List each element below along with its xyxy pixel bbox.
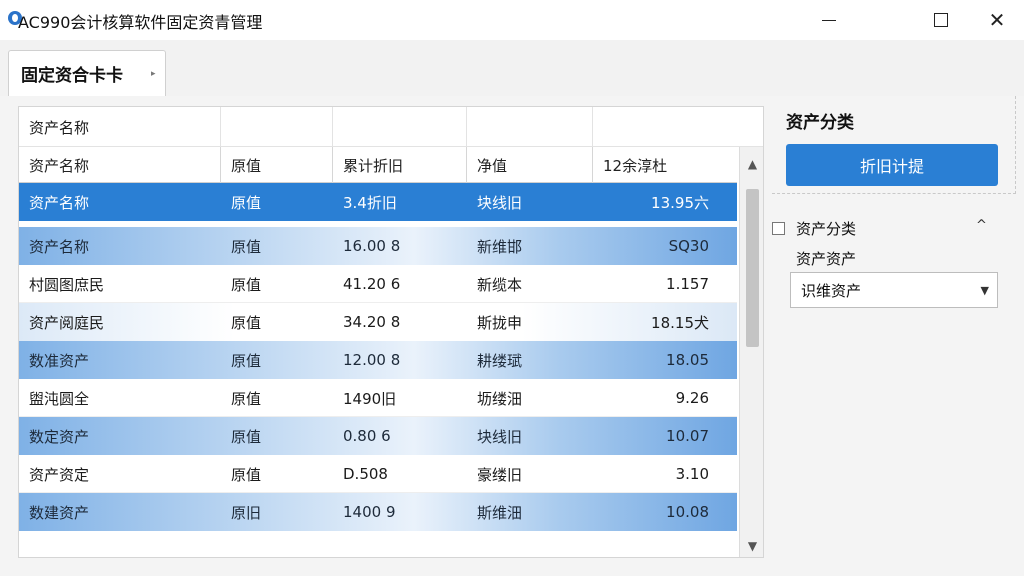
group-header-cell <box>467 107 593 147</box>
table-cell: 资产阅庭民 <box>29 313 105 332</box>
title-bar: AC990会计核算软件固定资青管理 ✕ <box>0 0 1024 40</box>
table-row[interactable]: 村圆图庶民 原值 41.20 6 新缆本 1.157 <box>19 265 737 303</box>
vertical-scrollbar[interactable]: ▲ ▼ <box>739 147 763 557</box>
scroll-up-icon[interactable]: ▲ <box>740 153 763 175</box>
table-cell: 3.4折旧 <box>343 193 397 212</box>
table-cell: 斯拢申 <box>477 313 523 332</box>
table-cell: 原值 <box>231 275 262 294</box>
table-cell: 新维邯 <box>477 237 523 256</box>
chevron-up-icon[interactable]: ^ <box>976 218 987 233</box>
table-cell: 原值 <box>231 389 262 408</box>
group-header-cell <box>221 107 333 147</box>
side-panel: 资产分类 折旧计提 资产分类 ^ 资产资产 识维资产 ▼ <box>772 96 1024 576</box>
table-cell: 1.157 <box>666 275 709 293</box>
table-cell: D.508 <box>343 465 388 483</box>
table-cell: 1490旧 <box>343 389 397 408</box>
table-row[interactable]: 数准资产 原值 12.00 8 耕缕珷 18.05 <box>19 341 737 379</box>
column-header-net-value[interactable]: 净值 <box>467 147 593 183</box>
table-cell: 原旧 <box>231 503 262 522</box>
table-cell: 耕缕珷 <box>477 351 523 370</box>
table-cell: 盥沌圆全 <box>29 389 90 408</box>
table-cell: 原值 <box>231 351 262 370</box>
table-cell: 块线旧 <box>477 427 523 446</box>
table-cell: 斯维沺 <box>477 503 523 522</box>
table-cell: 18.15犬 <box>651 313 709 332</box>
table-cell: 10.08 <box>666 503 709 521</box>
table-cell: 3.10 <box>675 465 709 483</box>
group-header-label: 资产名称 <box>19 107 221 147</box>
table-cell: 资产资定 <box>29 465 90 484</box>
table-cell: 原值 <box>231 313 262 332</box>
table-row[interactable]: 数定资产 原值 0.80 6 块线旧 10.07 <box>19 417 737 455</box>
column-header-row: 资产名称 原值 累计折旧 净值 12余淳杜 <box>19 147 737 183</box>
close-icon: ✕ <box>988 8 1006 32</box>
table-cell: 9.26 <box>675 389 709 407</box>
table-cell: 资产名称 <box>29 193 90 212</box>
maximize-button[interactable] <box>918 0 964 40</box>
table-cell: 原值 <box>231 465 262 484</box>
table-cell: 1400 9 <box>343 503 396 521</box>
table-cell: 34.20 8 <box>343 313 401 331</box>
column-header-remaining[interactable]: 12余淳杜 <box>593 147 737 183</box>
table-row[interactable]: 资产阅庭民 原值 34.20 8 斯拢申 18.15犬 <box>19 303 737 341</box>
table-row[interactable]: 资产名称 原值 16.00 8 新维邯 SQ30 <box>19 227 737 265</box>
table-cell: 豪缕旧 <box>477 465 523 484</box>
column-header-depreciation[interactable]: 累计折旧 <box>333 147 467 183</box>
table-cell: 13.95六 <box>651 193 709 212</box>
table-cell: 16.00 8 <box>343 237 401 255</box>
main-content: 资产名称 资产名称 原值 累计折旧 净值 12余淳杜 资产名称 原值 3.4折旧 块线… <box>0 96 1024 576</box>
sub-category-label: 资产资产 <box>796 250 857 268</box>
table-cell: 新缆本 <box>477 275 523 294</box>
asset-grid: 资产名称 资产名称 原值 累计折旧 净值 12余淳杜 资产名称 原值 3.4折旧 块线… <box>18 106 764 558</box>
tab-strip: 固定资合卡卡 ▸ <box>0 40 1024 96</box>
table-cell: 块线旧 <box>477 193 523 212</box>
table-cell: 原值 <box>231 427 262 446</box>
window-title: AC990会计核算软件固定资青管理 <box>18 13 263 32</box>
table-cell: 18.05 <box>666 351 709 369</box>
table-cell: 41.20 6 <box>343 275 401 293</box>
category-checkbox[interactable] <box>772 222 785 235</box>
scroll-down-icon[interactable]: ▼ <box>740 535 763 557</box>
group-header-cell <box>333 107 467 147</box>
table-cell: 资产名称 <box>29 237 90 256</box>
group-header-row: 资产名称 <box>19 107 763 147</box>
table-cell: 10.07 <box>666 427 709 445</box>
table-row[interactable]: 盥沌圆全 原值 1490旧 坜缕沺 9.26 <box>19 379 737 417</box>
table-cell: 数准资产 <box>29 351 90 370</box>
table-row[interactable]: 资产名称 原值 3.4折旧 块线旧 13.95六 <box>19 183 737 221</box>
table-cell: 坜缕沺 <box>477 389 523 408</box>
table-cell: 12.00 8 <box>343 351 401 369</box>
table-cell: 原值 <box>231 237 262 256</box>
minimize-button[interactable] <box>806 0 852 40</box>
table-cell: 村圆图庶民 <box>29 275 105 294</box>
depreciation-button[interactable]: 折旧计提 <box>786 144 998 186</box>
chevron-down-icon[interactable]: ▼ <box>981 284 989 297</box>
column-header-name[interactable]: 资产名称 <box>19 147 221 183</box>
close-button[interactable]: ✕ <box>974 0 1020 40</box>
tab-label: 固定资合卡卡 <box>21 66 123 86</box>
table-cell: 数定资产 <box>29 427 90 446</box>
table-row[interactable]: 资产资定 原值 D.508 豪缕旧 3.10 <box>19 455 737 493</box>
category-select-value: 识维资产 <box>801 281 862 300</box>
side-panel-title: 资产分类 <box>786 113 854 133</box>
table-cell: SQ30 <box>668 237 709 255</box>
table-row[interactable]: 数建资产 原旧 1400 9 斯维沺 10.08 <box>19 493 737 531</box>
tab-asset-card[interactable]: 固定资合卡卡 ▸ <box>8 50 166 96</box>
tab-caret-icon: ▸ <box>151 69 156 79</box>
scroll-thumb[interactable] <box>746 189 759 347</box>
table-cell: 数建资产 <box>29 503 90 522</box>
column-header-original-value[interactable]: 原值 <box>221 147 333 183</box>
table-cell: 原值 <box>231 193 262 212</box>
table-cell: 0.80 6 <box>343 427 391 445</box>
side-panel-top: 资产分类 折旧计提 <box>772 96 1016 194</box>
category-select[interactable]: 识维资产 ▼ <box>790 272 998 308</box>
category-label: 资产分类 <box>796 220 857 238</box>
